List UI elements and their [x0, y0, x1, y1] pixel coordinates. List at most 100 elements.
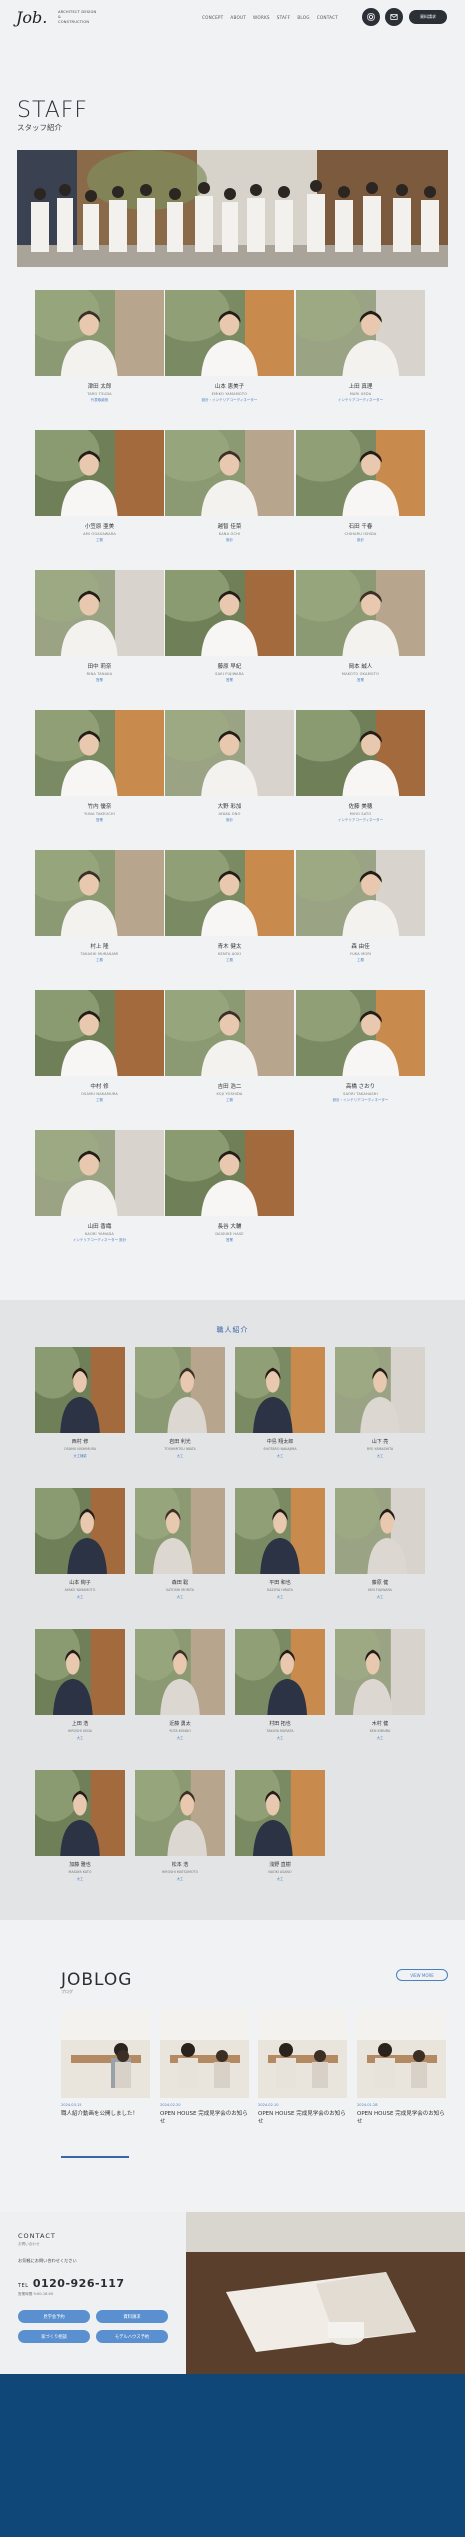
- staff-card[interactable]: 津田 太郎 TARO TSUDA 代表取締役: [35, 290, 164, 403]
- staff-card[interactable]: 岡本 誠人 MAKOTO OKAMOTO 営業: [296, 570, 425, 683]
- staff-card[interactable]: 吉田 浩二 KOJI YOSHIDA 工務: [165, 990, 294, 1103]
- artisan-card[interactable]: 森田 聡 SATOSHI MORITA 大工: [135, 1488, 225, 1599]
- blog-post-card[interactable]: 2024.02.10 OPEN HOUSE 完成見学会のお知らせ: [258, 2010, 347, 2126]
- page-subtitle: スタッフ紹介: [17, 123, 62, 132]
- artisan-name-en: NAOKI ASANO: [268, 1870, 292, 1874]
- staff-card[interactable]: 越智 佳菜 KANA OCHI 設計: [165, 430, 294, 543]
- staff-photo: [35, 430, 164, 516]
- staff-name-en: YUKA MORI: [349, 952, 372, 956]
- open-house-reservation-button[interactable]: 見学会予約: [18, 2310, 90, 2323]
- blog-post-card[interactable]: 2024.01.28 OPEN HOUSE 完成見学会のお知らせ: [357, 2010, 446, 2126]
- nav-contact[interactable]: CONTACT: [317, 15, 338, 20]
- staff-role: 営業: [226, 1238, 233, 1242]
- artisan-role: 大工棟梁: [73, 1454, 87, 1458]
- artisan-role: 大工: [176, 1454, 184, 1458]
- staff-name-en: KANA OCHI: [218, 532, 241, 536]
- artisan-name: 上田 浩: [71, 1721, 89, 1727]
- staff-card[interactable]: 石田 千春 CHIHARU ISHIDA 設計: [296, 430, 425, 543]
- staff-role: 営業: [357, 678, 364, 682]
- site-logo[interactable]: Job.: [16, 8, 47, 27]
- blog-post-thumbnail: [61, 2010, 150, 2098]
- blog-scroll-indicator[interactable]: [61, 2156, 129, 2158]
- blog-post-title: OPEN HOUSE 完成見学会のお知らせ: [357, 2111, 445, 2125]
- staff-role: 工務: [226, 958, 233, 962]
- nav-concept[interactable]: CONCEPT: [202, 15, 223, 20]
- staff-name: 高橋 さおり: [345, 1084, 376, 1090]
- artisan-photo: [235, 1629, 325, 1715]
- contact-phone[interactable]: TEL 0120-926-117: [18, 2277, 125, 2290]
- staff-photo: [165, 710, 294, 796]
- staff-name-en: RINA TANAKA: [86, 672, 113, 676]
- nav-staff[interactable]: STAFF: [277, 15, 291, 20]
- staff-card[interactable]: 長谷 大輔 DAISUKE HASE 営業: [165, 1130, 294, 1243]
- staff-card[interactable]: 竹内 優奈 YUNA TAKEUCHI 営業: [35, 710, 164, 823]
- staff-card[interactable]: 上田 真理 MARI UEDA インテリアコーディネーター: [296, 290, 425, 403]
- blog-post-card[interactable]: 2024.02.20 OPEN HOUSE 完成見学会のお知らせ: [160, 2010, 249, 2126]
- artisan-card[interactable]: 山下 亮 RYO YAMASHITA 大工: [335, 1347, 425, 1458]
- artisan-card[interactable]: 平田 和也 KAZUYA HIRATA 大工: [235, 1488, 325, 1599]
- staff-card[interactable]: 藤原 早紀 SAKI FUJIWARA 営業: [165, 570, 294, 683]
- artisan-card[interactable]: 藤原 健 KEN FUJIWARA 大工: [335, 1488, 425, 1599]
- request-brochure-button[interactable]: 資料請求: [409, 10, 447, 24]
- staff-name-en: TAKASHI MURAKAMI: [80, 952, 119, 956]
- staff-role: 工務: [226, 1098, 233, 1102]
- staff-role: 設計: [357, 538, 364, 542]
- artisan-card[interactable]: 岩田 利光 TOSHIMITSU IWATA 大工: [135, 1347, 225, 1458]
- artisan-card[interactable]: 浅野 直樹 NAOKI ASANO 大工: [235, 1770, 325, 1881]
- artisan-card[interactable]: 西村 修 OSAMU NISHIMURA 大工棟梁: [35, 1347, 125, 1458]
- staff-role: 営業: [96, 678, 103, 682]
- artisan-photo: [35, 1488, 125, 1574]
- staff-card[interactable]: 高橋 さおり SAORI TAKAHASHI 設計・インテリアコーディネーター: [296, 990, 425, 1103]
- staff-name: 森 由佳: [351, 944, 370, 950]
- brochure-request-button[interactable]: 資料請求: [96, 2310, 168, 2323]
- artisan-role: 大工: [176, 1736, 184, 1740]
- artisan-name-en: MASAYA KATO: [68, 1870, 92, 1874]
- artisan-card[interactable]: 山本 絢子 AYAKO YAMAMOTO 大工: [35, 1488, 125, 1599]
- main-nav: CONCEPT ABOUT WORKS STAFF BLOG CONTACT: [202, 15, 338, 20]
- artisan-card[interactable]: 村田 拓也 TAKUYA MURATA 大工: [235, 1629, 325, 1740]
- staff-card[interactable]: 佐藤 美穂 MIHO SATO インテリアコーディネーター: [296, 710, 425, 823]
- staff-name-en: EMIKO YAMAMOTO: [211, 392, 248, 396]
- staff-card[interactable]: 村上 隆 TAKASHI MURAKAMI 工務: [35, 850, 164, 963]
- staff-card[interactable]: 中村 修 OSAMU NAKAMURA 工務: [35, 990, 164, 1103]
- staff-name: 藤原 早紀: [217, 664, 242, 670]
- blog-post-card[interactable]: 2024.03.15 職人紹介動画を公開しました！: [61, 2010, 150, 2118]
- staff-card[interactable]: 大野 彩加 AYAKA ONO 設計: [165, 710, 294, 823]
- staff-card[interactable]: 山本 恵美子 EMIKO YAMAMOTO 設計・インテリアコーディネーター: [165, 290, 294, 403]
- artisan-photo: [135, 1488, 225, 1574]
- staff-name: 津田 太郎: [87, 384, 112, 390]
- mail-icon[interactable]: [385, 8, 403, 26]
- consultation-button[interactable]: 家づくり相談: [18, 2330, 90, 2343]
- staff-photo: [296, 570, 425, 656]
- staff-role: インテリアコーディネーター 設計: [72, 1238, 127, 1242]
- artisan-card[interactable]: 加藤 雅也 MASAYA KATO 大工: [35, 1770, 125, 1881]
- model-house-button[interactable]: モデルハウス予約: [96, 2330, 168, 2343]
- artisan-name-en: TAKUYA MURATA: [266, 1729, 294, 1733]
- staff-photo: [296, 990, 425, 1076]
- artisan-card[interactable]: 木村 健 KEN KIMURA 大工: [335, 1629, 425, 1740]
- artisan-name: 森田 聡: [171, 1580, 189, 1586]
- artisan-card[interactable]: 松本 浩 HIROSHI MATSUMOTO 大工: [135, 1770, 225, 1881]
- artisan-card[interactable]: 中島 翔太郎 SHOTARO NAKAJIMA 大工: [235, 1347, 325, 1458]
- staff-card[interactable]: 田中 莉奈 RINA TANAKA 営業: [35, 570, 164, 683]
- instagram-icon[interactable]: [362, 8, 380, 26]
- contact-heading: CONTACT: [18, 2232, 56, 2240]
- nav-works[interactable]: WORKS: [253, 15, 270, 20]
- artisan-name: 西村 修: [71, 1439, 89, 1445]
- staff-card[interactable]: 森 由佳 YUKA MORI 工務: [296, 850, 425, 963]
- logo-tagline: ARCHITECT DESIGN & CONSTRUCTION: [58, 10, 96, 25]
- staff-card[interactable]: 青木 健太 KENTA AOKI 工務: [165, 850, 294, 963]
- artisan-name: 加藤 雅也: [69, 1862, 91, 1868]
- nav-blog[interactable]: BLOG: [297, 15, 309, 20]
- blog-post-title: 職人紹介動画を公開しました！: [61, 2111, 139, 2117]
- group-photo: [17, 150, 448, 267]
- staff-name: 石田 千春: [348, 524, 373, 530]
- artisan-card[interactable]: 上田 浩 HIROSHI UEDA 大工: [35, 1629, 125, 1740]
- staff-card[interactable]: 山田 香織 KAORI YAMADA インテリアコーディネーター 設計: [35, 1130, 164, 1243]
- artisan-card[interactable]: 近藤 勇太 YUTA KONDO 大工: [135, 1629, 225, 1740]
- staff-card[interactable]: 小笠原 亜美 AMI OGASAWARA 工務: [35, 430, 164, 543]
- blog-view-more-button[interactable]: VIEW MORE: [396, 1969, 448, 1981]
- nav-about[interactable]: ABOUT: [230, 15, 246, 20]
- blog-post-date: 2024.01.28: [357, 2103, 378, 2107]
- artisan-name: 松本 浩: [171, 1862, 189, 1868]
